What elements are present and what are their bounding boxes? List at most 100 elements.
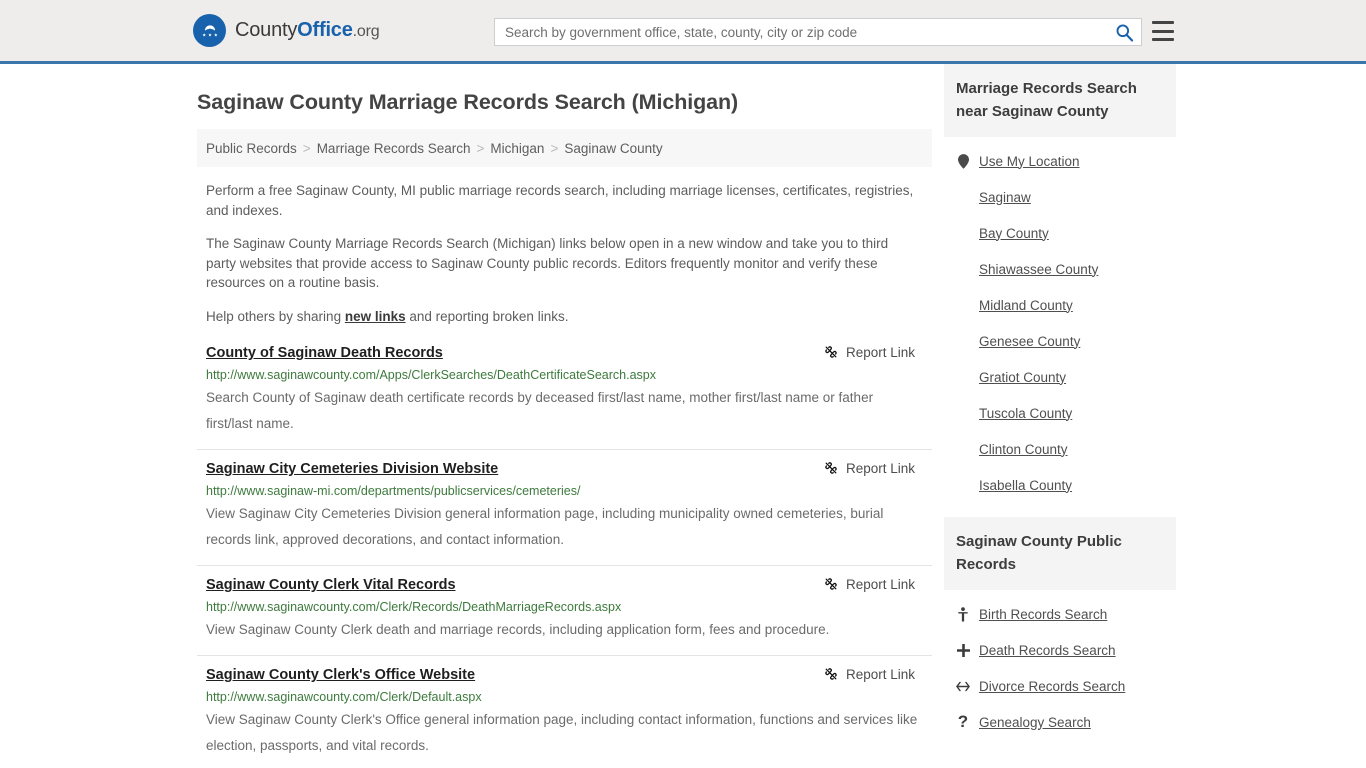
breadcrumb-item-saginaw-county[interactable]: Saginaw County [564,141,662,156]
eagle-seal-logo-icon [193,14,226,47]
result-title-link[interactable]: Saginaw County Clerk Vital Records [206,575,456,595]
result-description: View Saginaw County Clerk's Office gener… [206,712,918,753]
intro-paragraph-2: The Saginaw County Marriage Records Sear… [206,236,889,290]
search-input[interactable] [495,19,1107,45]
sidebar-item-clinton-county[interactable]: Clinton County [944,431,1176,467]
sidebar-nearby-box: Marriage Records Search near Saginaw Cou… [944,64,1176,503]
breadcrumb-separator: > [550,140,559,156]
question-mark-icon: ? [957,712,969,731]
broken-link-icon [825,578,837,590]
result-header: County of Saginaw Death Records Report L… [206,343,923,363]
sidebar-item-genesee-county[interactable]: Genesee County [944,323,1176,359]
report-link-label: Report Link [845,666,915,682]
hamburger-bar [1152,21,1174,24]
broken-link-icon [825,462,837,474]
sidebar-link[interactable]: Divorce Records Search [979,679,1125,694]
sidebar-item-gratiot-county[interactable]: Gratiot County [944,359,1176,395]
result-item: Saginaw County Clerk Vital Records Repor… [197,565,932,655]
breadcrumb-item-michigan[interactable]: Michigan [490,141,544,156]
result-url[interactable]: http://www.saginawcounty.com/Apps/ClerkS… [206,367,923,384]
breadcrumb-item-public-records[interactable]: Public Records [206,141,297,156]
sidebar-link[interactable]: Birth Records Search [979,607,1107,622]
breadcrumb-item-marriage-records-search[interactable]: Marriage Records Search [317,141,471,156]
report-link-button[interactable]: Report Link [823,576,915,592]
report-link-label: Report Link [845,460,915,476]
sidebar-item-saginaw[interactable]: Saginaw [944,179,1176,215]
baby-icon [956,606,970,622]
result-url[interactable]: http://www.saginaw-mi.com/departments/pu… [206,483,923,500]
report-link-button[interactable]: Report Link [823,344,915,360]
sidebar-item-tuscola-county[interactable]: Tuscola County [944,395,1176,431]
sidebar-link[interactable]: Clinton County [979,442,1068,457]
results-list: County of Saginaw Death Records Report L… [197,340,932,768]
result-title-link[interactable]: County of Saginaw Death Records [206,343,443,363]
sidebar-link[interactable]: Gratiot County [979,370,1066,385]
report-link-button[interactable]: Report Link [823,666,915,682]
report-link-button[interactable]: Report Link [823,460,915,476]
result-title-link[interactable]: Saginaw County Clerk's Office Website [206,665,475,685]
sidebar-item-isabella-county[interactable]: Isabella County [944,467,1176,503]
result-title-link[interactable]: Saginaw City Cemeteries Division Website [206,459,498,479]
intro-p3-before: Help others by sharing [206,308,345,324]
result-url[interactable]: http://www.saginawcounty.com/Clerk/Recor… [206,599,923,616]
site-header: CountyOffice.org [0,0,1366,64]
sidebar-link[interactable]: Saginaw [979,190,1031,205]
sidebar-link[interactable]: Isabella County [979,478,1072,493]
result-url[interactable]: http://www.saginawcounty.com/Clerk/Defau… [206,689,923,706]
sidebar-link[interactable]: Death Records Search [979,643,1116,658]
sidebar-item-bay-county[interactable]: Bay County [944,215,1176,251]
sidebar-link[interactable]: Bay County [979,226,1049,241]
result-header: Saginaw County Clerk's Office Website Re… [206,665,923,685]
sidebar-item-shiawassee-county[interactable]: Shiawassee County [944,251,1176,287]
main-content: Saginaw County Marriage Records Search (… [197,64,932,768]
page-body: Saginaw County Marriage Records Search (… [0,64,1366,768]
result-description: Search County of Saginaw death certifica… [206,390,874,431]
logo-text-office: Office [297,19,353,41]
result-header: Saginaw City Cemeteries Division Website… [206,459,923,479]
sidebar-link[interactable]: Tuscola County [979,406,1072,421]
cross-plus-icon [956,643,970,657]
logo-wordmark: CountyOffice.org [235,19,380,42]
hamburger-menu-icon[interactable] [1152,21,1174,41]
breadcrumb-separator: > [476,140,485,156]
sidebar-public-records-heading: Saginaw County Public Records [944,517,1176,590]
search-icon [1116,24,1133,42]
sidebar-item-death-records-search[interactable]: Death Records Search [944,632,1176,668]
intro-paragraph-3: Help others by sharing new links and rep… [197,307,915,327]
result-description: View Saginaw City Cemeteries Division ge… [206,506,884,547]
intro-paragraph-1: Perform a free Saginaw County, MI public… [206,183,914,218]
intro-p3-after: and reporting broken links. [405,308,569,324]
map-pin-icon [956,153,970,169]
intro-text: Perform a free Saginaw County, MI public… [197,181,932,326]
sidebar-item-use-my-location[interactable]: Use My Location [944,143,1176,179]
result-item: Saginaw City Cemeteries Division Website… [197,449,932,565]
sidebar-link[interactable]: Use My Location [979,154,1080,169]
logo-text-county: County [235,19,298,41]
sidebar-item-divorce-records-search[interactable]: Divorce Records Search [944,668,1176,704]
sidebar-link[interactable]: Shiawassee County [979,262,1098,277]
breadcrumb: Public Records > Marriage Records Search… [197,129,932,167]
hamburger-bar [1152,29,1174,33]
site-logo[interactable]: CountyOffice.org [193,14,380,47]
sidebar-link[interactable]: Genesee County [979,334,1080,349]
sidebar-item-genealogy-search[interactable]: ? Genealogy Search [944,704,1176,740]
page-title: Saginaw County Marriage Records Search (… [197,90,739,114]
result-description: View Saginaw County Clerk death and marr… [206,622,830,637]
search-button[interactable] [1107,19,1141,45]
sidebar-nearby-list: Use My Location Saginaw Bay County Shiaw… [944,137,1176,503]
breadcrumb-separator: > [302,140,311,156]
sidebar-item-birth-records-search[interactable]: Birth Records Search [944,596,1176,632]
sidebar: Marriage Records Search near Saginaw Cou… [944,64,1176,768]
report-link-label: Report Link [845,576,915,592]
result-item: County of Saginaw Death Records Report L… [197,340,932,449]
sidebar-link[interactable]: Genealogy Search [979,715,1091,730]
result-header: Saginaw County Clerk Vital Records Repor… [206,575,923,595]
sidebar-nearby-heading: Marriage Records Search near Saginaw Cou… [944,64,1176,137]
sidebar-link[interactable]: Midland County [979,298,1073,313]
new-links-link[interactable]: new links [345,309,406,324]
search-bar[interactable] [494,18,1142,46]
sidebar-item-midland-county[interactable]: Midland County [944,287,1176,323]
hamburger-bar [1152,38,1174,41]
result-item: Saginaw County Clerk's Office Website Re… [197,655,932,768]
sidebar-public-records-list: Birth Records Search Death Records Searc… [944,590,1176,740]
